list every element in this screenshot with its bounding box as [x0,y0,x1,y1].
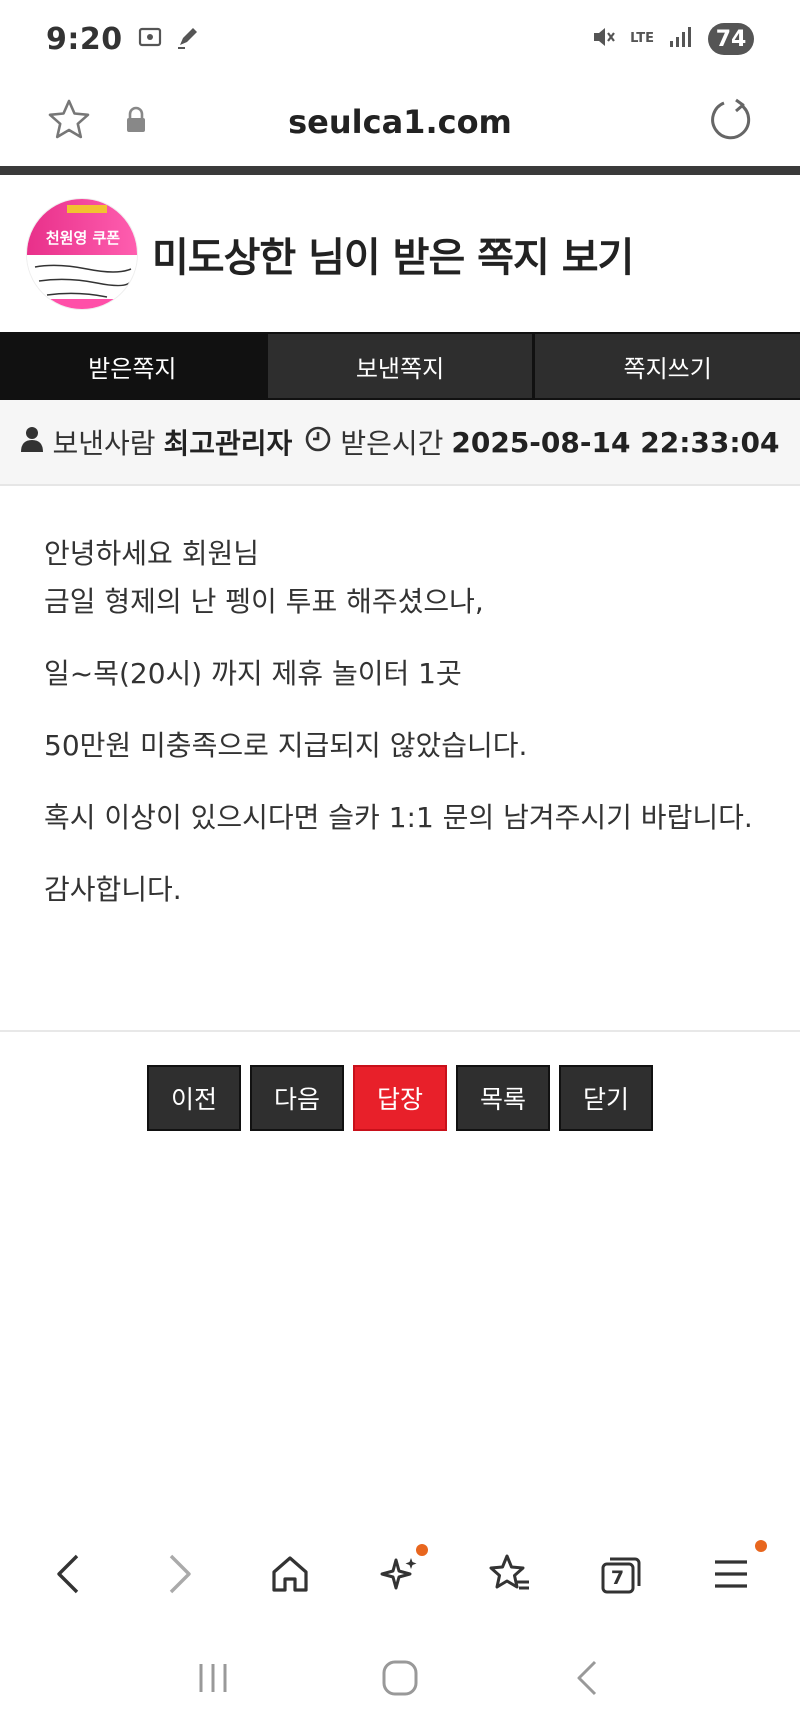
address-bar: seulca1.com [0,78,800,166]
tab-sent[interactable]: 보낸쪽지 [267,334,533,398]
recent-apps-icon[interactable] [193,1658,233,1702]
ai-assistant-button[interactable] [364,1540,436,1612]
message-paragraph: 50만원 미충족으로 지급되지 않았습니다. [44,729,528,762]
status-time: 9:20 [46,21,123,57]
message-line: 안녕하세요 회원님 [44,537,259,570]
header-divider [0,166,800,175]
bookmarks-button[interactable] [474,1540,546,1612]
menu-button[interactable] [695,1540,767,1612]
list-button[interactable]: 목록 [456,1065,550,1131]
sparkle-icon [378,1552,422,1600]
signal-icon [668,25,694,53]
pen-icon [175,24,201,54]
message-meta: 보낸사람 최고관리자 받은시간 2025-08-14 22:33:04 [0,400,800,486]
home-circle-icon[interactable] [378,1656,422,1704]
sender-name: 최고관리자 [163,427,293,460]
prev-button[interactable]: 이전 [147,1065,241,1131]
system-back-icon[interactable] [567,1658,607,1702]
body-divider [0,1030,800,1032]
received-label: 받은시간 [340,427,444,460]
system-nav [0,1640,800,1720]
message-paragraph: 일~목(20시) 까지 제휴 놀이터 1곳 [44,657,462,690]
status-left-icons [137,24,201,54]
page-title: 미도상한 님이 받은 쪽지 보기 [152,234,634,281]
mute-icon [590,24,616,54]
chevron-right-icon [161,1552,197,1600]
tabs-button[interactable]: 7 [585,1540,657,1612]
next-button[interactable]: 다음 [250,1065,344,1131]
message-body: 안녕하세요 회원님 금일 형제의 난 펭이 투표 해주셨으나, 일~목(20시)… [44,530,756,938]
page-header: 천원영 쿠폰 미도상한 님이 받은 쪽지 보기 [0,175,800,332]
sender-label: 보낸사람 [52,427,156,460]
lock-icon [124,106,148,138]
avatar[interactable]: 천원영 쿠폰 [26,197,138,310]
avatar-caption: 천원영 쿠폰 [46,229,120,247]
received-time: 2025-08-14 22:33:04 [451,425,780,459]
user-icon [20,425,44,460]
tab-count: 7 [610,1567,625,1589]
address-left-group [46,97,148,147]
tab-received[interactable]: 받은쪽지 [0,334,265,398]
forward-button[interactable] [143,1540,215,1612]
message-tabs: 받은쪽지 보낸쪽지 쪽지쓰기 [0,332,800,400]
reply-button[interactable]: 답장 [353,1065,447,1131]
star-list-icon [487,1552,533,1600]
chevron-left-icon [51,1552,87,1600]
screenshot-icon [137,24,163,54]
message-line: 금일 형제의 난 펭이 투표 해주셨으나, [44,585,484,618]
tabs-icon: 7 [598,1554,644,1598]
notification-dot [415,1544,428,1556]
message-paragraph: 혹시 이상이 있으시다면 슬카 1:1 문의 남겨주시기 바랍니다. [44,801,753,834]
back-button[interactable] [33,1540,105,1612]
close-button[interactable]: 닫기 [559,1065,653,1131]
status-bar: 9:20 LTE 74 [0,0,800,78]
network-label: LTE [630,31,654,46]
reload-icon[interactable] [708,98,754,147]
browser-toolbar: 7 [0,1540,800,1612]
bookmark-star-icon[interactable] [46,97,92,147]
home-icon [268,1552,312,1600]
hamburger-icon [709,1552,753,1600]
clock-icon [304,425,332,460]
status-right-icons: LTE 74 [590,23,754,55]
battery-indicator: 74 [708,23,754,55]
message-paragraph: 안녕하세요 회원님 금일 형제의 난 펭이 투표 해주셨으나, [44,530,756,626]
address-right-group [708,97,754,147]
message-actions: 이전 다음 답장 목록 닫기 [0,1065,800,1131]
home-button[interactable] [254,1540,326,1612]
notification-dot [754,1540,767,1552]
tab-write[interactable]: 쪽지쓰기 [535,334,800,398]
message-paragraph: 감사합니다. [44,873,182,906]
